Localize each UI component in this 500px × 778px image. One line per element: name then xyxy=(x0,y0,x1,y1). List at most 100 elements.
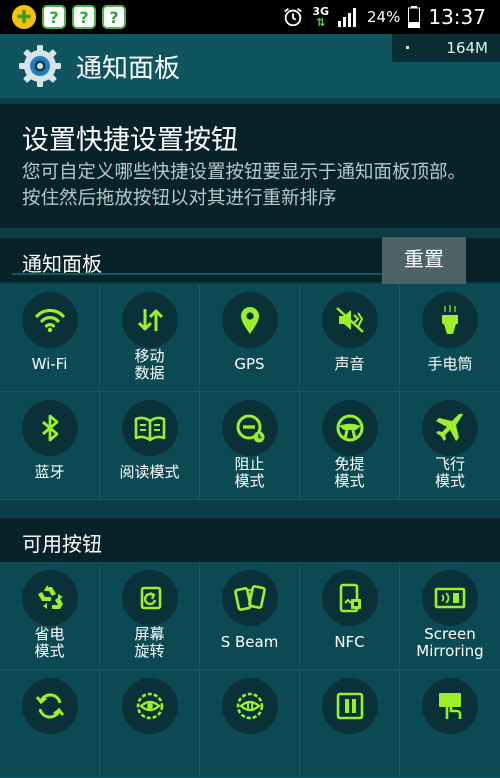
battery-icon xyxy=(408,6,421,28)
section-divider xyxy=(12,273,396,275)
button-label: 声音 xyxy=(334,355,365,373)
app-header: 通知面板 164M xyxy=(0,34,500,98)
battery-percent: 24% xyxy=(367,8,401,26)
panel-button-mobile-data[interactable]: 移动 数据 xyxy=(100,284,200,392)
memory-dot xyxy=(406,46,409,49)
question-icon: ? xyxy=(102,5,126,29)
button-circle xyxy=(222,292,278,348)
recycle-icon xyxy=(38,585,63,609)
panel-button-reading-mode[interactable]: 阅读模式 xyxy=(100,392,200,500)
smart-stay-icon xyxy=(136,692,164,720)
flashlight-icon xyxy=(442,305,458,334)
button-label: Screen Mirroring xyxy=(416,625,484,660)
reset-button[interactable]: 重置 xyxy=(382,237,466,284)
available-button-screen-mirroring[interactable]: Screen Mirroring xyxy=(400,562,500,670)
button-circle xyxy=(322,400,378,456)
panel-buttons-grid: Wi-Fi 移动 数据 GPS 声音 手电筒蓝牙 阅读模式 阻止 模式 免提 模式 飞行 模式 xyxy=(0,284,500,500)
button-label: 阅读模式 xyxy=(119,463,180,481)
reading-mode-icon xyxy=(134,416,166,442)
memory-value: 164M xyxy=(446,39,488,57)
button-label: Wi-Fi xyxy=(31,355,68,373)
status-bar: ✚ ? ? ? 3G ⇅ 24% 13:37 xyxy=(0,0,500,34)
available-section-label: 可用按钮 xyxy=(22,532,102,556)
smart-pause-icon xyxy=(236,692,264,720)
button-circle xyxy=(222,400,278,456)
plus-icon: ✚ xyxy=(12,5,36,29)
button-circle xyxy=(22,292,78,348)
button-circle xyxy=(122,570,178,626)
screen-rotation-icon xyxy=(140,586,162,610)
button-label: GPS xyxy=(234,355,265,373)
panel-button-airplane[interactable]: 飞行 模式 xyxy=(400,392,500,500)
s-beam-icon xyxy=(234,585,266,611)
panel-button-flashlight[interactable]: 手电筒 xyxy=(400,284,500,392)
button-circle xyxy=(222,678,278,734)
button-label: 屏幕 旋转 xyxy=(134,625,165,660)
panel-button-sound[interactable]: 声音 xyxy=(300,284,400,392)
button-circle xyxy=(322,678,378,734)
panel-button-wifi[interactable]: Wi-Fi xyxy=(0,284,100,392)
available-button-screen-rotation[interactable]: 屏幕 旋转 xyxy=(100,562,200,670)
button-circle xyxy=(22,400,78,456)
page-title: 通知面板 xyxy=(76,54,181,84)
button-label: 阻止 模式 xyxy=(234,455,265,490)
button-label: NFC xyxy=(334,633,365,651)
question-icon: ? xyxy=(42,5,66,29)
description-text: 您可自定义哪些快捷设置按钮要显示于通知面板顶部。按住然后拖放按钮以对其进行重新排… xyxy=(22,162,467,209)
available-button-s-beam[interactable]: S Beam xyxy=(200,562,300,670)
button-circle xyxy=(422,678,478,734)
button-circle xyxy=(22,570,78,626)
available-button-recycle[interactable]: 省电 模式 xyxy=(0,562,100,670)
driving-mode-icon xyxy=(336,414,364,442)
mobile-data-icon xyxy=(137,309,164,331)
signal-icon xyxy=(338,8,357,27)
button-circle xyxy=(422,400,478,456)
description-panel: 设置快捷设置按钮 您可自定义哪些快捷设置按钮要显示于通知面板顶部。按住然后拖放按… xyxy=(0,104,500,228)
panel-button-driving-mode[interactable]: 免提 模式 xyxy=(300,392,400,500)
gps-icon xyxy=(241,307,259,334)
button-label: S Beam xyxy=(220,633,279,651)
available-button-touch[interactable] xyxy=(400,670,500,778)
clock: 13:37 xyxy=(428,5,486,29)
question-icon: ? xyxy=(72,5,96,29)
alarm-icon xyxy=(284,8,303,27)
available-button-private-mode[interactable] xyxy=(300,670,400,778)
available-section-header: 可用按钮 xyxy=(0,518,500,562)
available-button-sync[interactable] xyxy=(0,670,100,778)
button-label: 移动 数据 xyxy=(134,347,165,382)
button-label: 手电筒 xyxy=(427,355,473,373)
panel-button-bluetooth[interactable]: 蓝牙 xyxy=(0,392,100,500)
panel-button-gps[interactable]: GPS xyxy=(200,284,300,392)
sound-icon xyxy=(336,307,364,333)
panel-section-header: 通知面板 重置 xyxy=(0,237,500,284)
available-buttons-grid: 省电 模式 屏幕 旋转 S Beam NFC Screen Mirroring xyxy=(0,562,500,778)
available-button-smart-stay[interactable] xyxy=(100,670,200,778)
network-indicator: 3G ⇅ xyxy=(312,5,330,29)
available-button-nfc[interactable]: NFC xyxy=(300,562,400,670)
description-heading: 设置快捷设置按钮 xyxy=(22,125,238,156)
button-label: 蓝牙 xyxy=(34,463,65,481)
wifi-icon xyxy=(35,308,65,333)
screen-mirroring-icon xyxy=(434,587,466,609)
button-label: 免提 模式 xyxy=(334,455,365,490)
available-button-smart-pause[interactable] xyxy=(200,670,300,778)
notification-icons: ✚ ? ? ? xyxy=(0,5,126,29)
touch-icon xyxy=(439,693,462,719)
button-label: 省电 模式 xyxy=(34,625,65,660)
button-circle xyxy=(422,292,478,348)
sync-icon xyxy=(35,693,65,719)
button-circle xyxy=(122,292,178,348)
private-mode-icon xyxy=(336,692,364,720)
settings-gear-icon[interactable] xyxy=(18,44,62,88)
button-circle xyxy=(222,570,278,626)
button-label: 飞行 模式 xyxy=(434,455,465,490)
button-circle xyxy=(22,678,78,734)
nfc-icon xyxy=(339,583,361,613)
button-circle xyxy=(122,400,178,456)
bluetooth-icon xyxy=(42,414,59,442)
panel-button-blocking-mode[interactable]: 阻止 模式 xyxy=(200,392,300,500)
memory-indicator[interactable]: 164M xyxy=(392,34,500,62)
button-circle xyxy=(422,570,478,626)
button-circle xyxy=(122,678,178,734)
button-circle xyxy=(322,570,378,626)
